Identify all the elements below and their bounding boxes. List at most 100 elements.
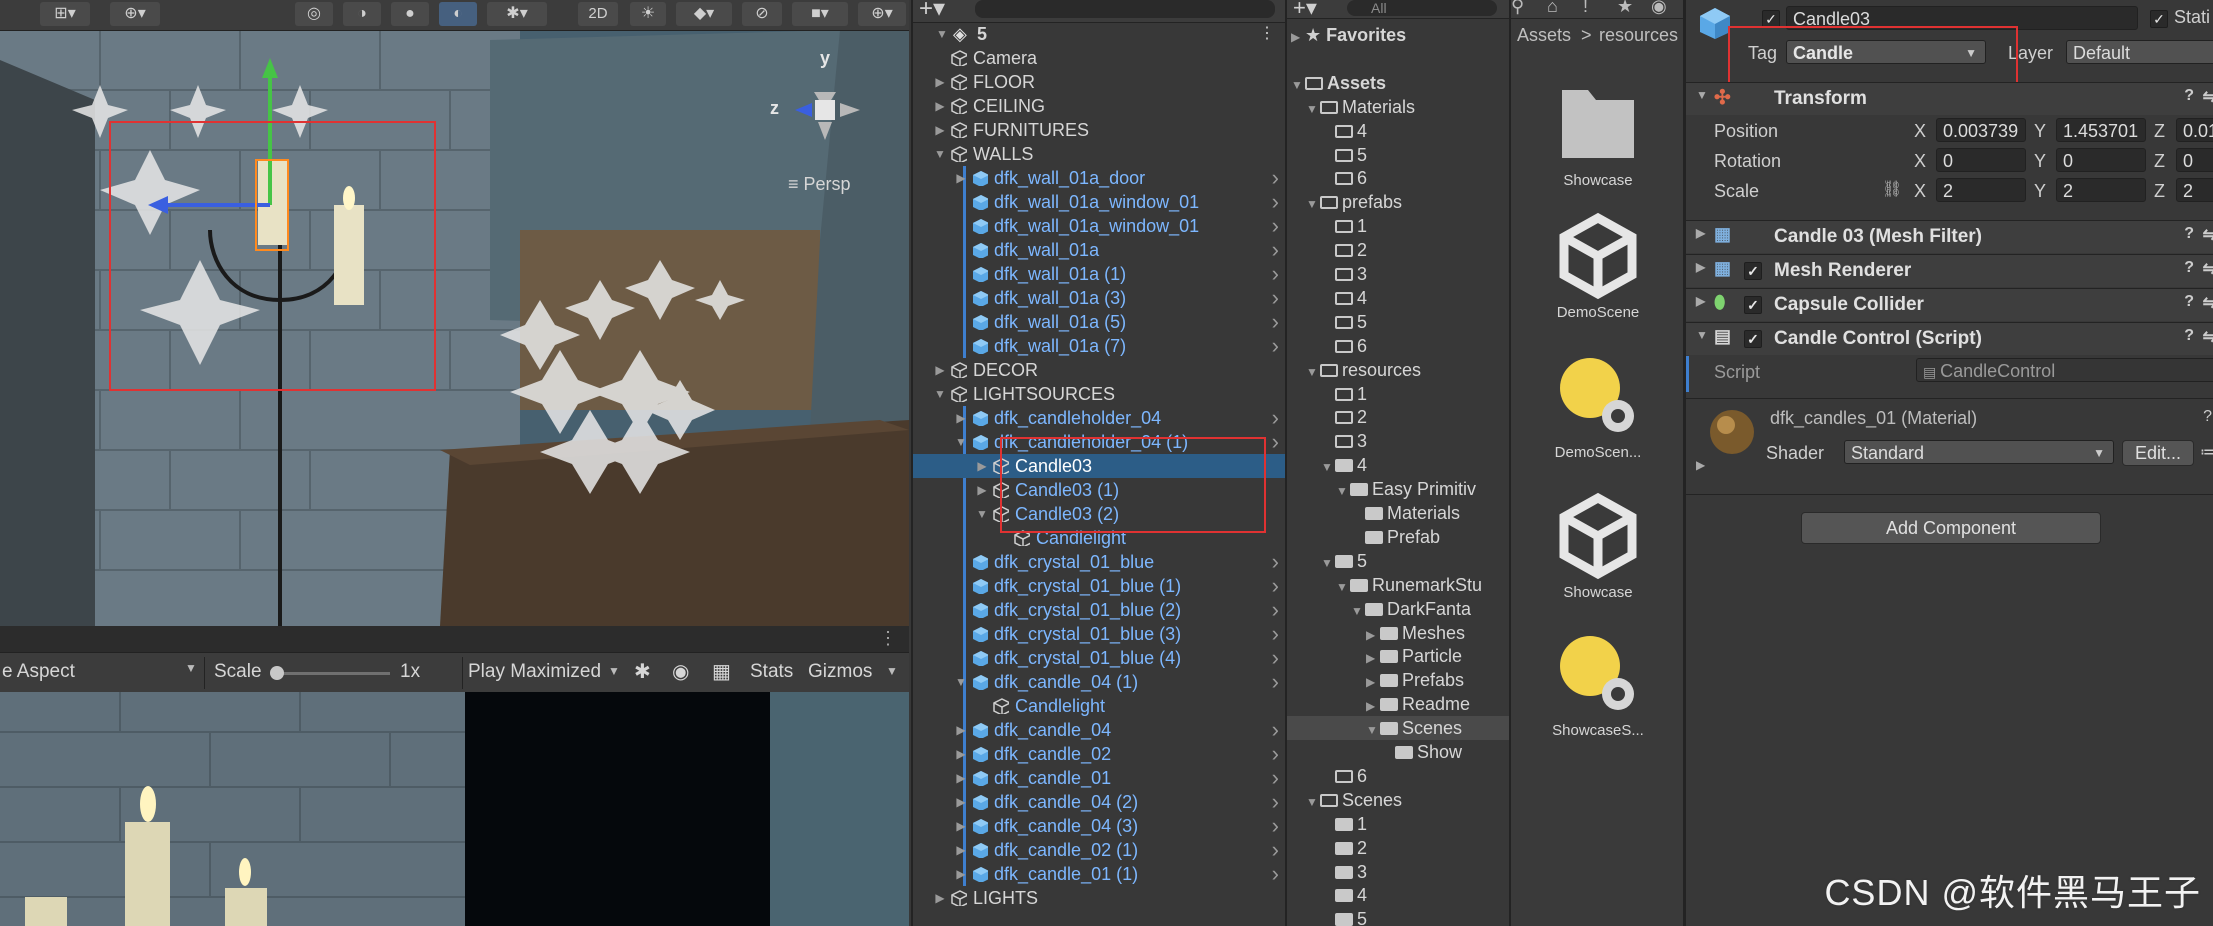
chevron-right-icon[interactable]: › [1272, 334, 1279, 358]
project-folder-row[interactable]: 5 [1321, 143, 1367, 167]
chevron-right-icon[interactable]: ▶ [975, 478, 989, 502]
chevron-right-icon[interactable]: › [1272, 838, 1279, 862]
project-folder-row[interactable]: ▼ Easy Primitiv [1336, 477, 1476, 501]
settings-icon[interactable]: ⇋ [2203, 87, 2213, 107]
chevron-right-icon[interactable]: › [1272, 718, 1279, 742]
hierarchy-row[interactable]: ▼ dfk_candle_04 (1) › [913, 670, 1285, 694]
project-folder-row[interactable]: ▼ resources [1306, 358, 1421, 382]
hierarchy-row[interactable]: dfk_wall_01a (7) › [913, 334, 1285, 358]
component-enabled-checkbox[interactable]: ✓ [1744, 330, 1762, 348]
bug-icon[interactable]: ✱ [634, 659, 651, 684]
chevron-right-icon[interactable]: ▶ [1366, 694, 1380, 718]
mesh-filter-header[interactable]: ▶ ▦ Candle 03 (Mesh Filter) ? ⇋ [1686, 220, 2213, 253]
project-folder-row[interactable]: 5 [1321, 310, 1367, 334]
project-folder-row[interactable]: ▼ Assets [1291, 71, 1386, 95]
chevron-right-icon[interactable]: ▶ [933, 94, 947, 118]
chevron-down-icon[interactable]: ▼ [1306, 192, 1320, 216]
chevron-right-icon[interactable]: ▶ [933, 70, 947, 94]
rotation-x-field[interactable]: 0 [1936, 148, 2026, 172]
chevron-right-icon[interactable]: › [1272, 430, 1279, 454]
chevron-right-icon[interactable]: › [1272, 670, 1279, 694]
hierarchy-row[interactable]: ▶ CEILING [913, 94, 1285, 118]
project-folder-row[interactable]: 1 [1321, 812, 1367, 836]
stats-button[interactable]: Stats [750, 661, 793, 683]
project-folder-row[interactable]: ▶ Meshes [1366, 621, 1465, 645]
hierarchy-row[interactable]: ▶ dfk_candle_02 › [913, 742, 1285, 766]
chevron-right-icon[interactable]: › [1272, 622, 1279, 646]
chevron-right-icon[interactable]: › [1272, 646, 1279, 670]
asset-item[interactable]: Showcase [1511, 490, 1685, 610]
scale-slider[interactable] [272, 672, 390, 675]
scale-x-field[interactable]: 2 [1936, 178, 2026, 202]
settings-icon[interactable]: ⇋ [2203, 293, 2213, 313]
gizmos-button[interactable]: Gizmos [808, 661, 872, 683]
project-folder-row[interactable]: 6 [1321, 166, 1367, 190]
hierarchy-row[interactable]: dfk_wall_01a_window_01 › [913, 214, 1285, 238]
chevron-down-icon[interactable]: ▼ [933, 382, 947, 406]
persp-label[interactable]: ≡ Persp [788, 174, 851, 195]
project-folder-row[interactable]: 1 [1321, 382, 1367, 406]
chevron-down-icon[interactable]: ▼ [1366, 718, 1380, 742]
chevron-right-icon[interactable]: ▶ [954, 718, 968, 742]
play-mode-dropdown[interactable]: Play Maximized [468, 661, 601, 683]
breadcrumb-resources[interactable]: resources [1599, 25, 1678, 46]
project-folder-row[interactable]: Materials [1351, 501, 1460, 525]
chevron-right-icon[interactable]: ▶ [1696, 226, 1705, 240]
chevron-right-icon[interactable]: › [1272, 598, 1279, 622]
chevron-right-icon[interactable]: › [1272, 166, 1279, 190]
hierarchy-row[interactable]: dfk_wall_01a (5) › [913, 310, 1285, 334]
debug-draw-button[interactable]: ✱▾ [487, 2, 547, 26]
edit-shader-button[interactable]: Edit... [2122, 440, 2194, 466]
help-icon[interactable]: ? [2184, 259, 2194, 277]
scale-slider-handle[interactable] [270, 666, 284, 680]
chevron-down-icon[interactable]: ▼ [1321, 455, 1335, 479]
chevron-down-icon[interactable]: ▼ [935, 22, 949, 46]
hierarchy-row[interactable]: ▶ DECOR [913, 358, 1285, 382]
mode-2d-button[interactable]: 2D [578, 2, 618, 26]
chevron-right-icon[interactable]: › [1272, 742, 1279, 766]
chevron-down-icon[interactable]: ▼ [1291, 73, 1305, 97]
chevron-right-icon[interactable]: ▶ [954, 838, 968, 862]
hierarchy-row[interactable]: ▶ dfk_candle_01 (1) › [913, 862, 1285, 886]
eye-icon[interactable]: ◉ [1651, 0, 1667, 17]
gizmos-scene-button[interactable]: ⊕▾ [858, 2, 906, 26]
chevron-right-icon[interactable]: › [1272, 310, 1279, 334]
hierarchy-row[interactable]: dfk_wall_01a › [913, 238, 1285, 262]
hierarchy-row[interactable]: dfk_wall_01a (1) › [913, 262, 1285, 286]
chevron-down-icon[interactable]: ▼ [1306, 360, 1320, 384]
chevron-right-icon[interactable]: ▶ [1696, 260, 1705, 274]
chevron-right-icon[interactable]: ▶ [933, 886, 947, 910]
project-folder-row[interactable]: ▶ Readme [1366, 692, 1470, 716]
hierarchy-row[interactable]: ▼ WALLS [913, 142, 1285, 166]
project-folder-row[interactable]: ▼ Scenes [1287, 716, 1509, 740]
hierarchy-row[interactable]: dfk_wall_01a (3) › [913, 286, 1285, 310]
scene-row[interactable]: ▼ ◈ 5 ⋮ [913, 22, 1285, 46]
project-folder-row[interactable]: ▶ ★ Favorites [1291, 23, 1406, 47]
chevron-right-icon[interactable]: ▶ [954, 766, 968, 790]
project-folder-row[interactable]: 1 [1321, 214, 1367, 238]
project-folder-row[interactable]: ▼ 5 [1321, 549, 1367, 573]
project-folder-row[interactable]: 6 [1321, 334, 1367, 358]
project-folder-row[interactable]: 4 [1321, 883, 1367, 907]
project-folder-row[interactable]: 2 [1321, 238, 1367, 262]
hierarchy-row[interactable]: ▼ LIGHTSOURCES [913, 382, 1285, 406]
project-folder-row[interactable]: 3 [1321, 860, 1367, 884]
chevron-right-icon[interactable]: ▶ [954, 406, 968, 430]
shading-lit-button[interactable]: ◐ [439, 2, 477, 26]
chevron-right-icon[interactable]: ▶ [933, 358, 947, 382]
add-component-button[interactable]: Add Component [1801, 512, 2101, 544]
chevron-right-icon[interactable]: ▶ [954, 742, 968, 766]
chevron-down-icon[interactable]: ▼ [1336, 479, 1350, 503]
project-folder-row[interactable]: ▼ 4 [1321, 453, 1367, 477]
asset-item[interactable]: DemoScene [1511, 210, 1685, 330]
rotation-y-field[interactable]: 0 [2056, 148, 2146, 172]
shading-unlit-button[interactable]: ● [391, 2, 429, 26]
position-x-field[interactable]: 0.003739 [1936, 118, 2026, 142]
chevron-right-icon[interactable]: › [1272, 790, 1279, 814]
project-search-input[interactable]: All [1347, 0, 1497, 16]
settings-icon[interactable]: ⇋ [2203, 327, 2213, 347]
chevron-down-icon[interactable]: ▼ [975, 502, 989, 526]
hierarchy-row[interactable]: dfk_crystal_01_blue (1) › [913, 574, 1285, 598]
hierarchy-row[interactable]: ▶ dfk_candle_02 (1) › [913, 838, 1285, 862]
help-icon[interactable]: ? [2184, 327, 2194, 345]
